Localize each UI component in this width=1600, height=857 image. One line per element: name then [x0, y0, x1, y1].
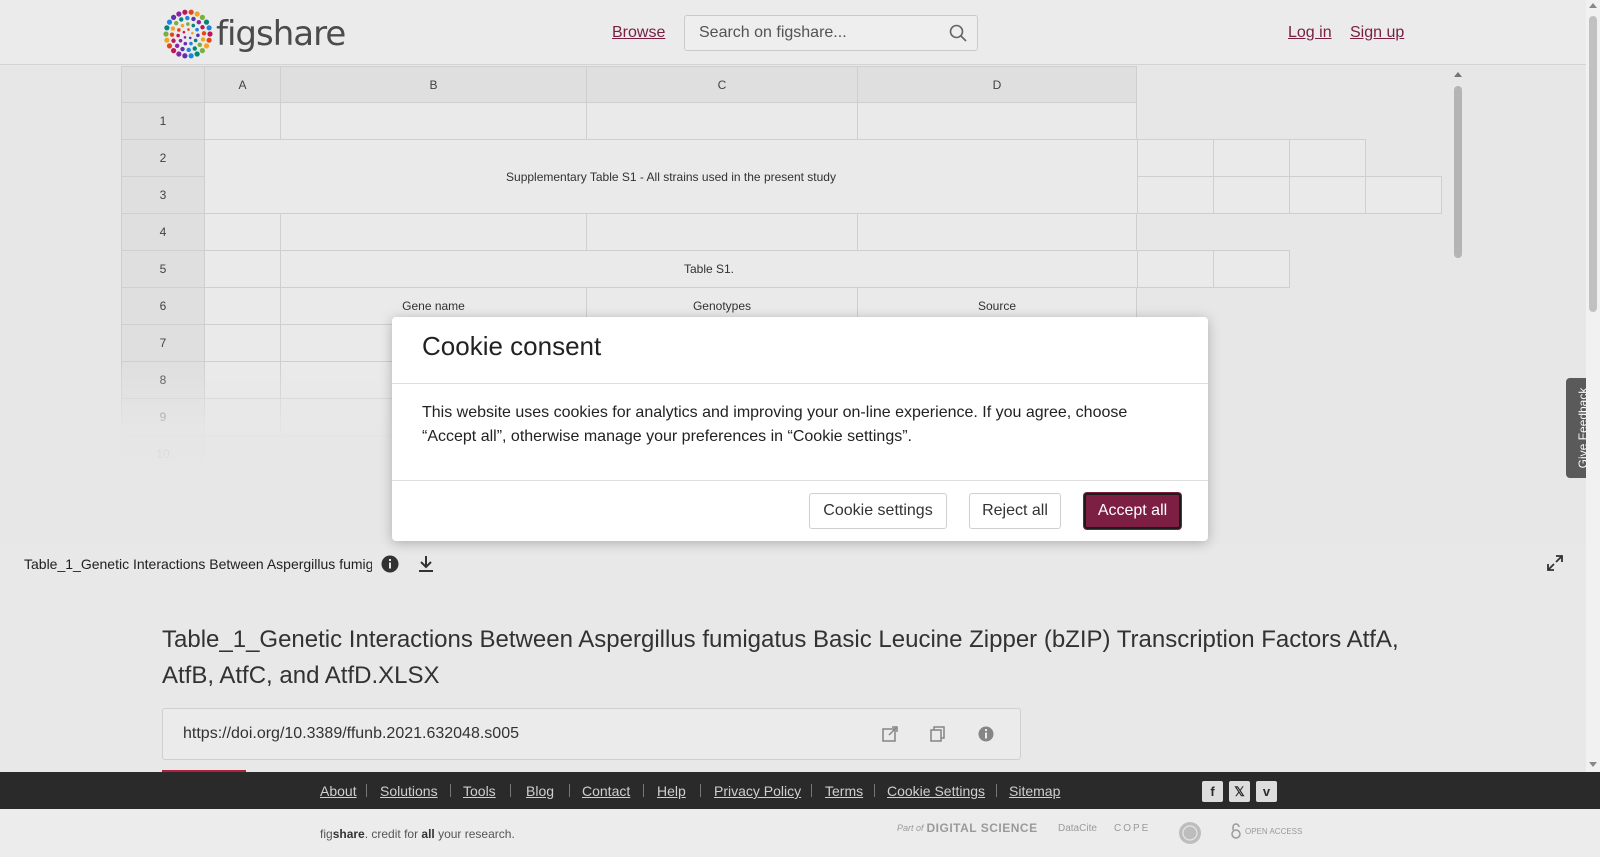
cookie-consent-title: Cookie consent — [422, 331, 602, 361]
footer-link-sitemap[interactable]: Sitemap — [1009, 783, 1060, 799]
page-scrollbar-thumb[interactable] — [1589, 16, 1597, 312]
page-scrollbar[interactable] — [1586, 0, 1600, 772]
digital-science-logo[interactable]: Part of DIGITAL SCIENCE — [897, 821, 1038, 835]
seal-logo-icon[interactable] — [1178, 821, 1202, 845]
footer-separator — [811, 784, 812, 797]
footer-link-solutions[interactable]: Solutions — [380, 783, 438, 799]
footer-link-contact[interactable]: Contact — [582, 783, 630, 799]
footer-link-about[interactable]: About — [320, 783, 357, 799]
vimeo-icon[interactable]: v — [1256, 781, 1277, 802]
facebook-icon[interactable]: f — [1202, 781, 1223, 802]
page-scroll-down-icon[interactable] — [1589, 762, 1597, 767]
cope-logo[interactable]: COPE — [1114, 823, 1150, 834]
footer-separator — [700, 784, 701, 797]
footer-links-bar: About Solutions Tools Blog Contact Help … — [0, 772, 1600, 809]
divider — [392, 480, 1208, 481]
footer-separator — [569, 784, 570, 797]
footer-link-tools[interactable]: Tools — [463, 783, 496, 799]
footer-link-blog[interactable]: Blog — [526, 783, 554, 799]
footer-link-terms[interactable]: Terms — [825, 783, 863, 799]
footer-separator — [450, 784, 451, 797]
footer-link-privacy-policy[interactable]: Privacy Policy — [714, 783, 801, 799]
cookie-consent-dialog: Cookie consent This website uses cookies… — [392, 317, 1208, 541]
datacite-logo[interactable]: DataCite — [1058, 823, 1097, 834]
footer-link-cookie-settings[interactable]: Cookie Settings — [887, 783, 985, 799]
reject-all-button[interactable]: Reject all — [969, 493, 1061, 529]
open-access-logo[interactable]: OPEN ACCESS — [1230, 823, 1302, 839]
footer-link-help[interactable]: Help — [657, 783, 686, 799]
footer-credit-text: figshare. credit for all your research. — [320, 827, 515, 841]
footer-separator — [874, 784, 875, 797]
divider — [392, 383, 1208, 384]
footer-separator — [366, 784, 367, 797]
open-access-lock-icon — [1231, 823, 1241, 839]
footer-credits: figshare. credit for all your research. … — [0, 809, 1600, 857]
page-scroll-up-icon[interactable] — [1589, 3, 1597, 8]
cookie-settings-button[interactable]: Cookie settings — [809, 493, 947, 529]
x-twitter-icon[interactable]: 𝕏 — [1229, 781, 1250, 802]
footer-separator — [643, 784, 644, 797]
footer-separator — [996, 784, 997, 797]
accept-all-button[interactable]: Accept all — [1084, 493, 1181, 529]
footer-separator — [510, 784, 511, 797]
cookie-consent-body: This website uses cookies for analytics … — [422, 404, 1128, 445]
